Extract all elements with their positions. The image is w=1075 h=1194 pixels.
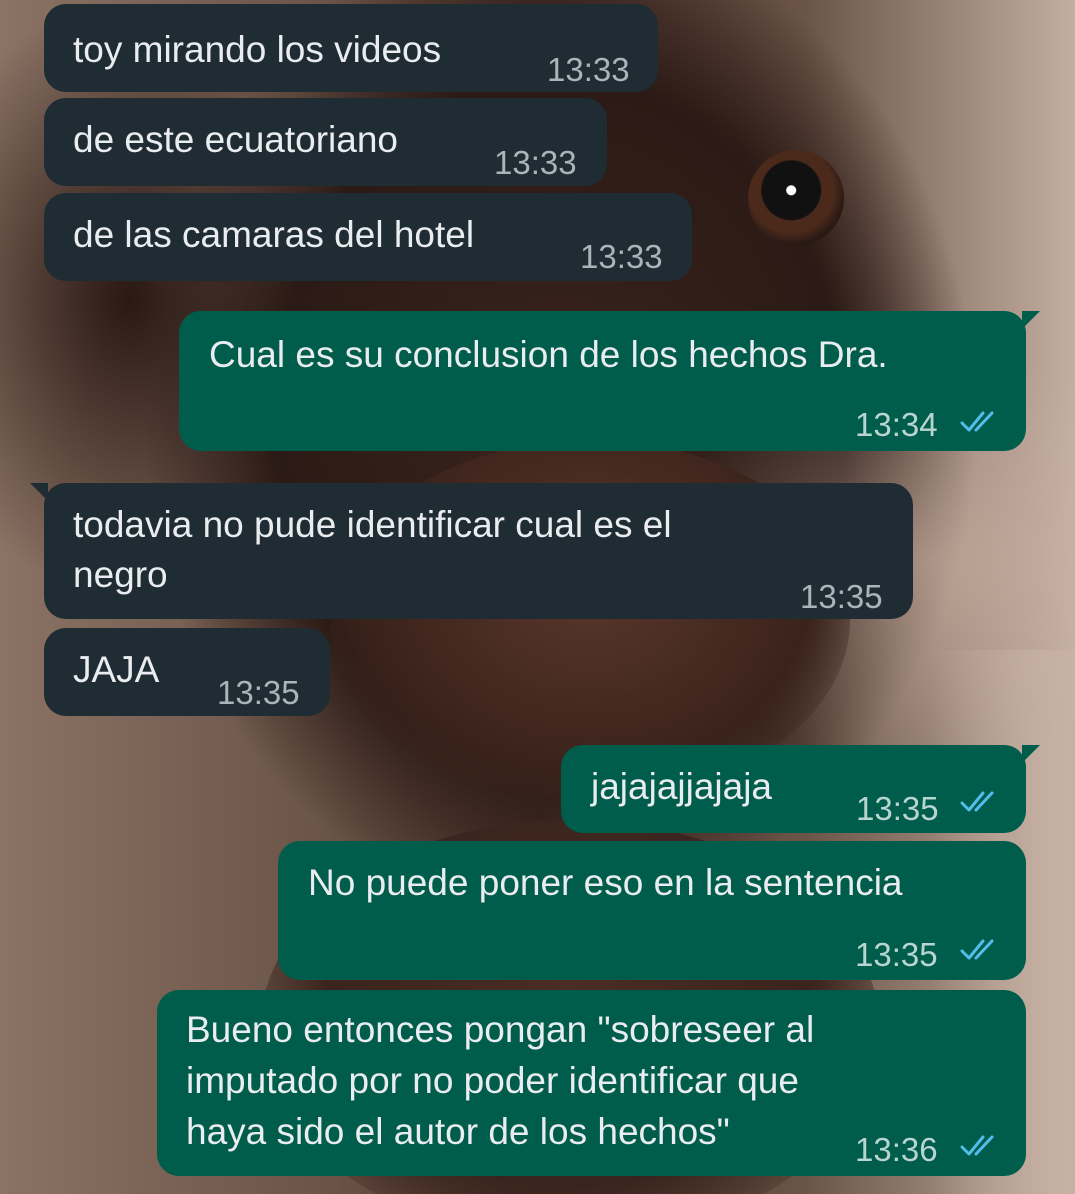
message-text-line: todavia no pude identificar cual es el	[73, 504, 672, 545]
message-text-line: negro	[73, 554, 168, 595]
double-check-icon	[960, 939, 994, 960]
message-text-line: haya sido el autor de los hechos"	[186, 1111, 730, 1152]
message-outgoing[interactable]: Bueno entonces pongan "sobreseer al impu…	[157, 990, 1026, 1176]
message-incoming[interactable]: JAJA 13:35	[44, 628, 330, 716]
message-text-line: imputado por no poder identificar que	[186, 1060, 799, 1101]
message-outgoing[interactable]: jajajajjajaja 13:35	[561, 745, 1040, 833]
message-text: No puede poner eso en la sentencia	[308, 862, 903, 903]
double-check-icon	[960, 411, 994, 432]
message-time: 13:35	[217, 674, 300, 711]
message-text-line: Bueno entonces pongan "sobreseer al	[186, 1009, 815, 1050]
double-check-icon	[960, 791, 994, 812]
message-time: 13:35	[856, 790, 939, 827]
message-text: jajajajjajaja	[591, 766, 773, 807]
message-time: 13:33	[580, 238, 663, 275]
message-text: toy mirando los videos	[73, 29, 442, 70]
message-text: de las camaras del hotel	[73, 214, 475, 255]
message-time: 13:34	[855, 406, 938, 443]
double-check-icon	[960, 1135, 994, 1156]
message-outgoing[interactable]: No puede poner eso en la sentencia 13:35	[278, 841, 1026, 980]
message-incoming[interactable]: de este ecuatoriano 13:33	[44, 98, 607, 186]
message-time: 13:33	[494, 144, 577, 181]
message-incoming[interactable]: toy mirando los videos 13:33	[44, 4, 658, 92]
message-time: 13:35	[855, 936, 938, 973]
message-text: de este ecuatoriano	[73, 119, 399, 160]
message-outgoing[interactable]: Cual es su conclusion de los hechos Dra.…	[179, 311, 1040, 451]
message-incoming[interactable]: todavia no pude identificar cual es el n…	[30, 483, 913, 619]
message-time: 13:36	[855, 1131, 938, 1168]
message-text: JAJA	[73, 649, 160, 690]
message-time: 13:33	[547, 51, 630, 88]
message-text: Cual es su conclusion de los hechos Dra.	[209, 334, 888, 375]
message-time: 13:35	[800, 578, 883, 615]
message-incoming[interactable]: de las camaras del hotel 13:33	[44, 193, 692, 281]
